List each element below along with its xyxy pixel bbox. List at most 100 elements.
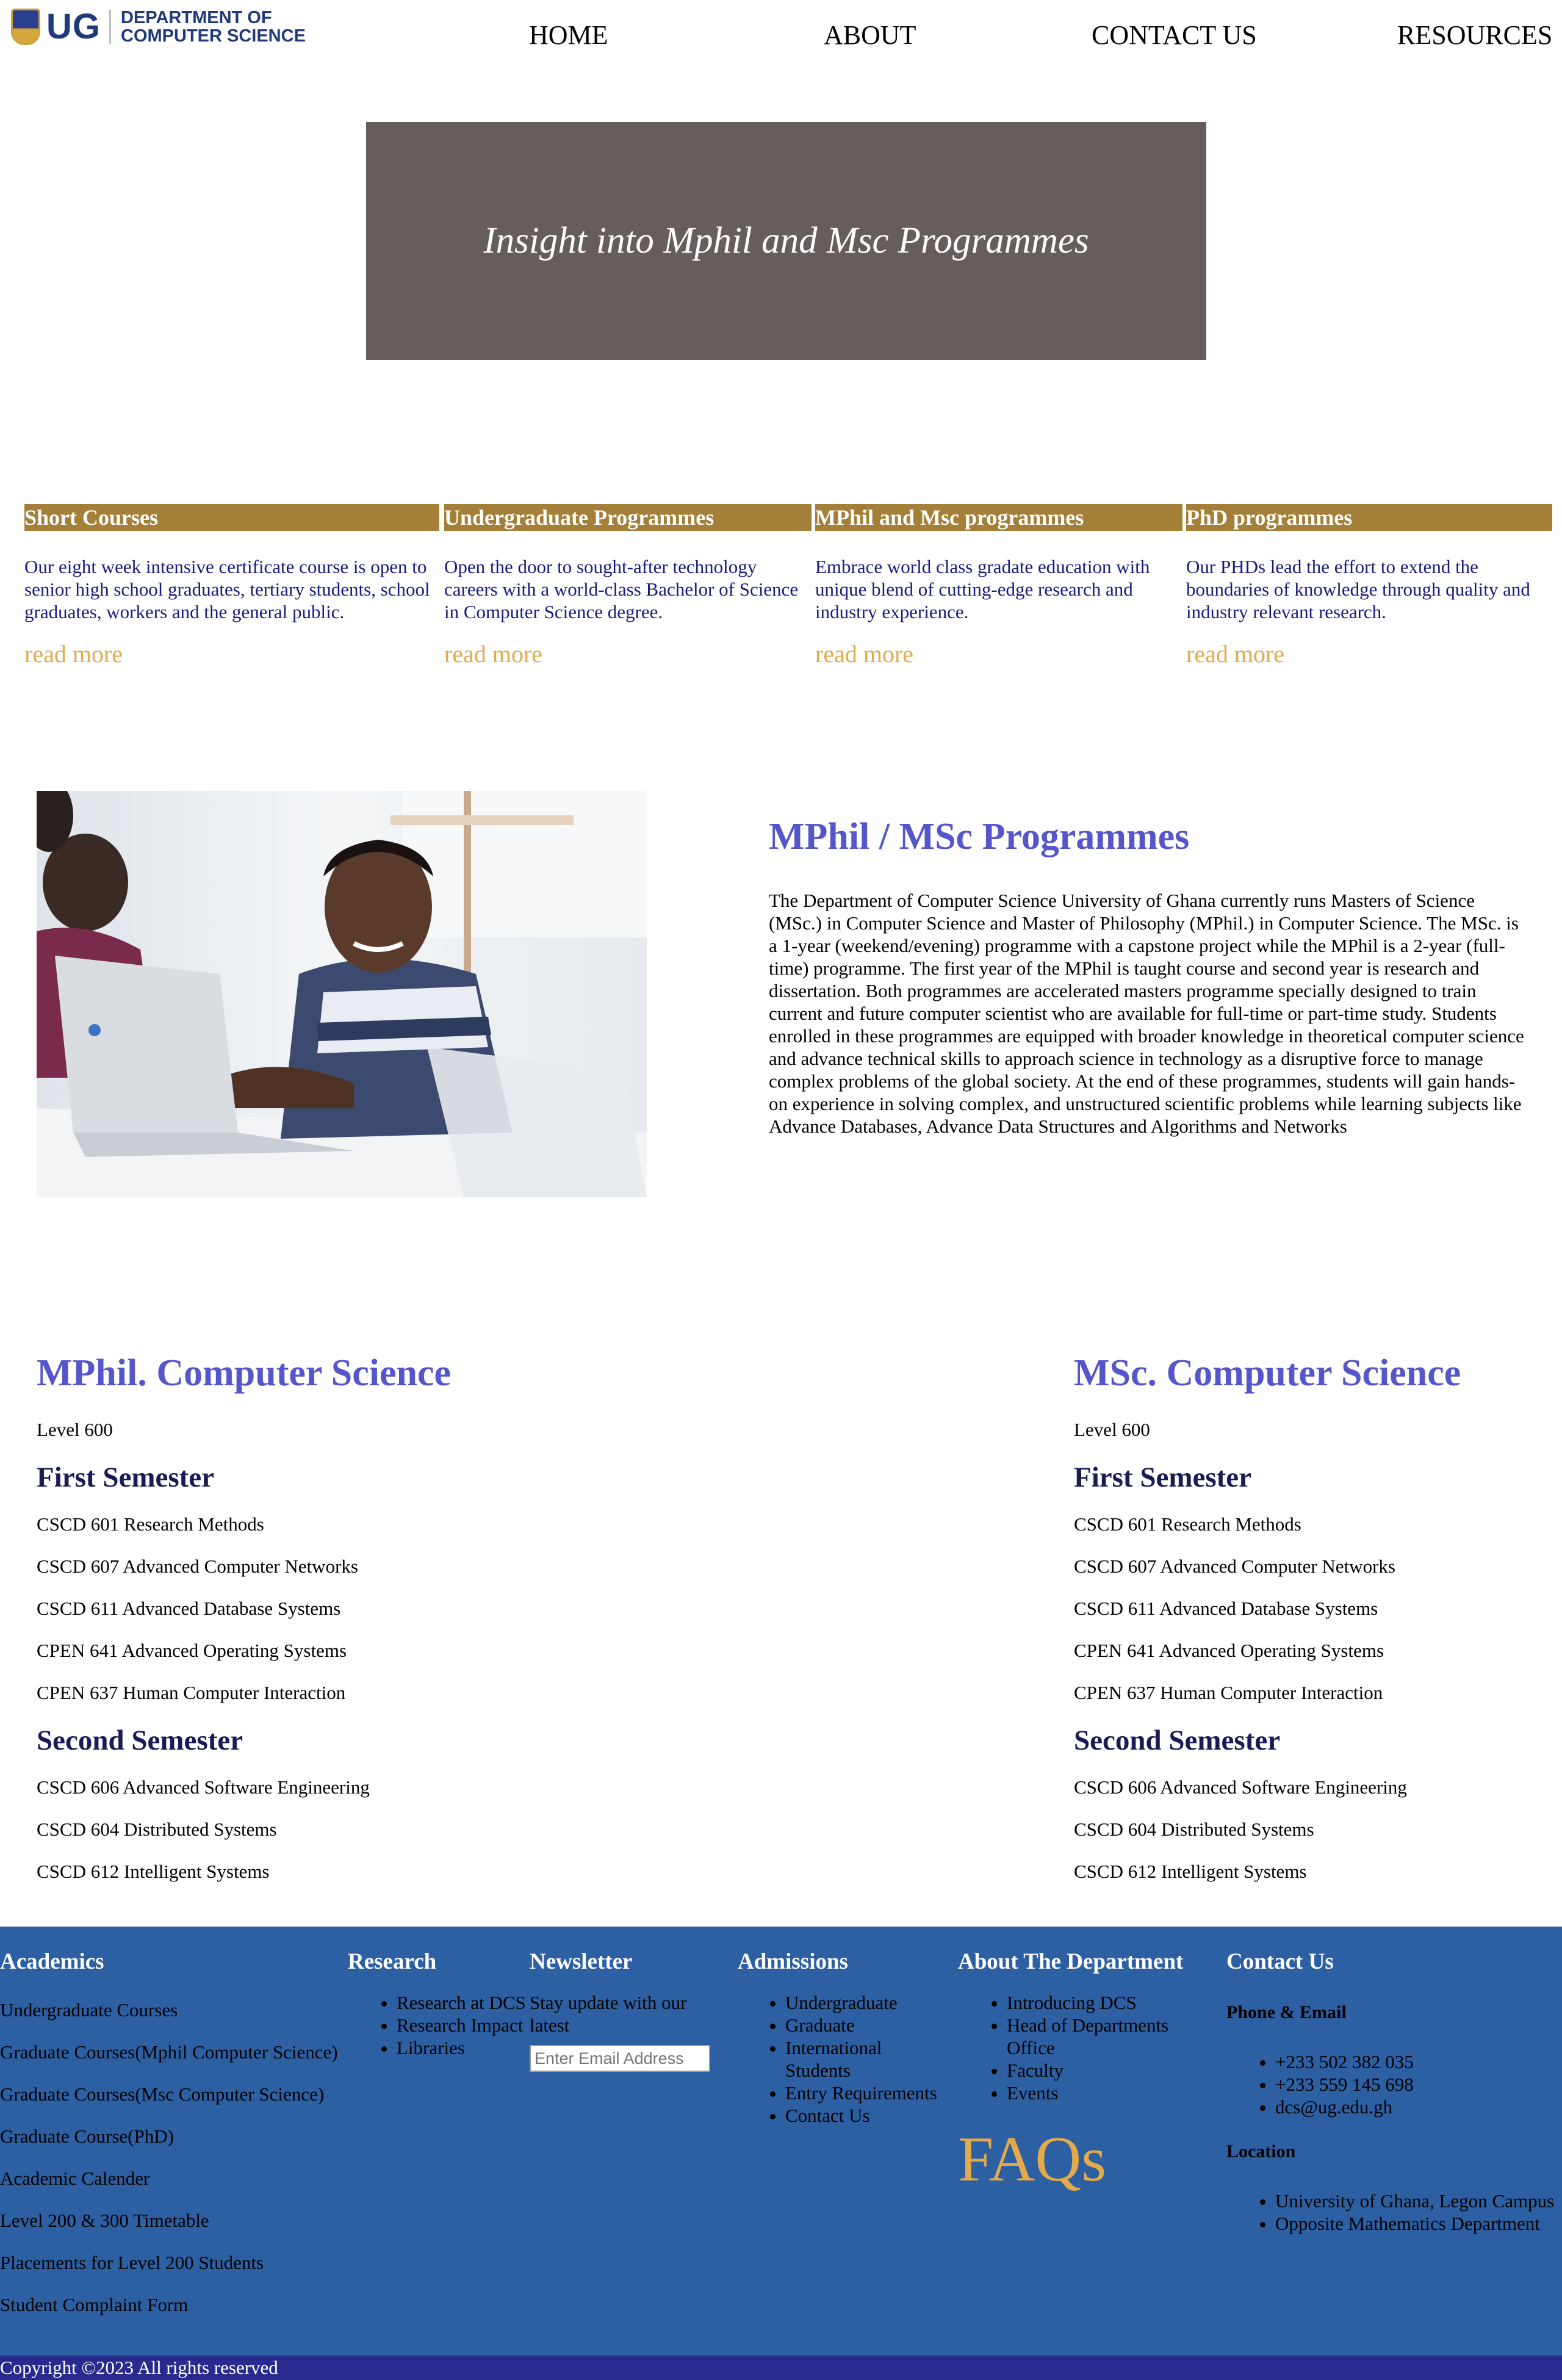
footer-link[interactable]: Research Impact xyxy=(397,2014,531,2036)
card-short-courses: Short Courses Our eight week intensive c… xyxy=(24,504,439,668)
footer-link[interactable]: International Students xyxy=(785,2036,951,2082)
location-item: Opposite Mathematics Department xyxy=(1275,2212,1556,2235)
ug-crest-icon xyxy=(11,8,40,45)
footer-admissions: Admissions Undergraduate Graduate Intern… xyxy=(738,1945,951,2127)
read-more-link[interactable]: read more xyxy=(444,640,542,668)
course-item: CSCD 601 Research Methods xyxy=(37,1513,264,1535)
first-semester-heading: First Semester xyxy=(37,1462,214,1493)
location-list: University of Ghana, Legon Campus Opposi… xyxy=(1226,2190,1556,2235)
footer-heading: Contact Us xyxy=(1226,1949,1334,1974)
footer-link[interactable]: Contact Us xyxy=(785,2104,951,2127)
contact-item[interactable]: +233 559 145 698 xyxy=(1275,2073,1556,2096)
msc-title: MSc. Computer Science xyxy=(1074,1352,1461,1394)
msc-course-list: MSc. Computer Science Level 600 First Se… xyxy=(1074,1346,1562,1883)
student-laptop-photo xyxy=(37,791,647,1197)
nav-home[interactable]: HOME xyxy=(529,20,608,51)
dept-line-1: DEPARTMENT OF xyxy=(121,7,272,27)
footer-link[interactable]: Academic Calender xyxy=(0,2167,342,2190)
phone-email-heading: Phone & Email xyxy=(1226,2002,1347,2022)
faqs-link[interactable]: FAQs xyxy=(958,2122,1106,2196)
contact-item[interactable]: +233 502 382 035 xyxy=(1275,2050,1556,2073)
read-more-link[interactable]: read more xyxy=(1186,640,1284,668)
footer-heading: Academics xyxy=(0,1949,104,1974)
footer-about: About The Department Introducing DCS Hea… xyxy=(958,1945,1214,2104)
admissions-list: Undergraduate Graduate International Stu… xyxy=(738,1991,951,2127)
course-item: CPEN 641 Advanced Operating Systems xyxy=(1074,1640,1384,1661)
card-title: PhD programmes xyxy=(1186,504,1552,531)
card-title: MPhil and Msc programmes xyxy=(815,504,1182,531)
course-item: CSCD 601 Research Methods xyxy=(1074,1513,1301,1535)
mphil-course-list: MPhil. Computer Science Level 600 First … xyxy=(37,1346,525,1883)
level-label: Level 600 xyxy=(1074,1419,1150,1440)
read-more-link[interactable]: read more xyxy=(815,640,913,668)
footer-link[interactable]: Undergraduate xyxy=(785,1991,951,2014)
research-list: Research at DCS Research Impact Librarie… xyxy=(348,1991,531,2059)
course-item: CPEN 637 Human Computer Interaction xyxy=(1074,1682,1383,1703)
dept-line-2: COMPUTER SCIENCE xyxy=(121,26,306,46)
course-item: CSCD 611 Advanced Database Systems xyxy=(1074,1598,1378,1619)
newsletter-email-input[interactable] xyxy=(530,2045,710,2072)
footer-link[interactable]: Faculty xyxy=(1007,2059,1214,2082)
footer-link[interactable]: Events xyxy=(1007,2082,1214,2104)
footer-link[interactable]: Level 200 & 300 Timetable xyxy=(0,2209,342,2232)
intro-text: The Department of Computer Science Unive… xyxy=(769,890,1524,1137)
about-list: Introducing DCS Head of Departments Offi… xyxy=(958,1991,1214,2104)
footer-heading: About The Department xyxy=(958,1949,1184,1974)
course-item: CPEN 637 Human Computer Interaction xyxy=(37,1682,346,1703)
location-item: University of Ghana, Legon Campus xyxy=(1275,2190,1556,2212)
logo-divider xyxy=(109,9,111,44)
footer-research: Research Research at DCS Research Impact… xyxy=(348,1945,531,2059)
footer-link[interactable]: Student Complaint Form xyxy=(0,2293,342,2316)
newsletter-text: Stay update with our latest xyxy=(530,1992,687,2036)
course-item: CSCD 611 Advanced Database Systems xyxy=(37,1598,341,1619)
location-heading: Location xyxy=(1226,2141,1296,2162)
hero-title: Insight into Mphil and Msc Programmes xyxy=(483,220,1089,261)
footer-link[interactable]: Graduate Courses(Msc Computer Science) xyxy=(0,2083,342,2105)
footer-heading: Research xyxy=(348,1949,437,1974)
footer-newsletter: Newsletter Stay update with our latest xyxy=(530,1945,719,2072)
card-text: Our PHDs lead the effort to extend the b… xyxy=(1186,556,1530,622)
footer-link[interactable]: Graduate Course(PhD) xyxy=(0,2125,342,2147)
nav-contact-us[interactable]: CONTACT US xyxy=(1092,20,1257,51)
course-item: CSCD 612 Intelligent Systems xyxy=(37,1861,270,1882)
contact-item[interactable]: dcs@ug.edu.gh xyxy=(1275,2096,1556,2118)
card-title: Short Courses xyxy=(24,504,439,531)
intro-title: MPhil / MSc Programmes xyxy=(769,816,1190,857)
course-item: CSCD 604 Distributed Systems xyxy=(37,1819,277,1840)
footer-link[interactable]: Graduate xyxy=(785,2014,951,2036)
level-label: Level 600 xyxy=(37,1419,113,1440)
footer-link[interactable]: Undergraduate Courses xyxy=(0,1999,342,2021)
site-header: UG DEPARTMENT OF COMPUTER SCIENCE HOME A… xyxy=(0,0,1562,73)
copyright-bar: Copyright ©2023 All rights reserved xyxy=(0,2356,1562,2380)
footer-academics: Academics Undergraduate Courses Graduate… xyxy=(0,1945,342,2316)
read-more-link[interactable]: read more xyxy=(24,640,123,668)
footer-link[interactable]: Graduate Courses(Mphil Computer Science) xyxy=(0,2041,342,2063)
card-mphil-msc: MPhil and Msc programmes Embrace world c… xyxy=(815,504,1182,668)
card-phd: PhD programmes Our PHDs lead the effort … xyxy=(1186,504,1552,668)
card-text: Open the door to sought-after technology… xyxy=(444,556,799,622)
card-undergraduate: Undergraduate Programmes Open the door t… xyxy=(444,504,812,668)
course-item: CSCD 606 Advanced Software Engineering xyxy=(37,1776,370,1798)
nav-resources[interactable]: RESOURCES xyxy=(1397,20,1552,51)
footer-link[interactable]: Placements for Level 200 Students xyxy=(0,2251,342,2274)
logo-text: UG xyxy=(46,7,101,46)
second-semester-heading: Second Semester xyxy=(1074,1725,1281,1756)
course-item: CSCD 607 Advanced Computer Networks xyxy=(37,1556,358,1577)
footer-link[interactable]: Head of Departments Office xyxy=(1007,2014,1214,2059)
phone-email-list: +233 502 382 035 +233 559 145 698 dcs@ug… xyxy=(1226,2050,1556,2118)
footer-link[interactable]: Introducing DCS xyxy=(1007,1991,1214,2014)
mphil-title: MPhil. Computer Science xyxy=(37,1352,452,1394)
footer-link[interactable]: Libraries xyxy=(397,2036,531,2059)
course-item: CSCD 607 Advanced Computer Networks xyxy=(1074,1556,1395,1577)
card-text: Our eight week intensive certificate cou… xyxy=(24,556,430,622)
dept-name: DEPARTMENT OF COMPUTER SCIENCE xyxy=(121,9,306,45)
nav-about[interactable]: ABOUT xyxy=(824,20,916,51)
site-logo[interactable]: UG DEPARTMENT OF COMPUTER SCIENCE xyxy=(11,6,306,47)
footer-link[interactable]: Entry Requirements xyxy=(785,2082,951,2104)
course-item: CSCD 604 Distributed Systems xyxy=(1074,1819,1314,1840)
first-semester-heading: First Semester xyxy=(1074,1462,1251,1493)
footer-heading: Admissions xyxy=(738,1949,848,1974)
footer-link[interactable]: Research at DCS xyxy=(397,1991,531,2014)
footer-contact: Contact Us Phone & Email +233 502 382 03… xyxy=(1226,1945,1556,2235)
course-item: CSCD 606 Advanced Software Engineering xyxy=(1074,1776,1407,1798)
